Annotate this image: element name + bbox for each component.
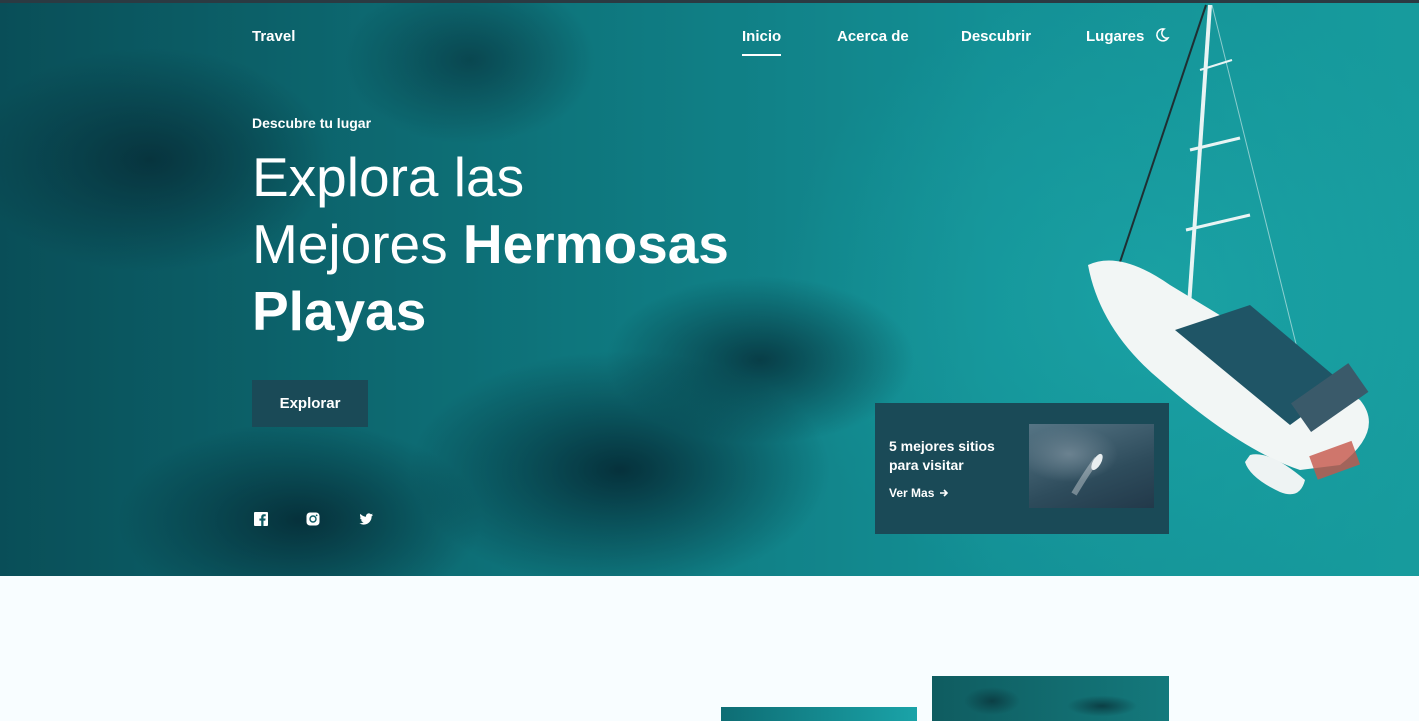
- nav-item-inicio[interactable]: Inicio: [742, 28, 782, 56]
- ver-mas-link[interactable]: Ver Mas: [889, 486, 949, 500]
- window-top-border: [0, 0, 1419, 3]
- gallery-image-2: [932, 676, 1169, 721]
- nav-item-lugares[interactable]: Lugares: [1086, 28, 1144, 45]
- hero-title-line1: Explora las: [252, 146, 525, 208]
- brand-logo[interactable]: Travel: [252, 28, 295, 45]
- motorboat-graphic: [1071, 453, 1103, 496]
- hero-section: Travel Inicio Acerca de Descubrir Lugare…: [0, 0, 1419, 576]
- card-title: 5 mejores sitios para visitar: [889, 438, 995, 473]
- card-image: [1029, 424, 1154, 508]
- nav-item-descubrir[interactable]: Descubrir: [961, 28, 1031, 45]
- nav-item-acerca-de[interactable]: Acerca de: [837, 28, 909, 45]
- arrow-right-icon: [940, 489, 949, 497]
- hero-title-line2-regular: Mejores: [252, 213, 463, 275]
- hero-title-line2-bold: Hermosas: [462, 213, 729, 275]
- gallery-image-1: [721, 707, 917, 721]
- hero-subtitle: Descubre tu lugar: [252, 115, 372, 131]
- card-link-label: Ver Mas: [889, 486, 935, 500]
- hero-title: Explora las Mejores Hermosas Playas: [252, 144, 812, 345]
- explore-button[interactable]: Explorar: [252, 380, 368, 427]
- moon-icon[interactable]: [1154, 27, 1170, 43]
- facebook-icon[interactable]: [254, 512, 268, 526]
- twitter-icon[interactable]: [359, 512, 373, 526]
- featured-card[interactable]: 5 mejores sitios para visitar Ver Mas: [875, 403, 1169, 534]
- instagram-icon[interactable]: [306, 512, 320, 526]
- hero-title-line3-bold: Playas: [252, 280, 427, 342]
